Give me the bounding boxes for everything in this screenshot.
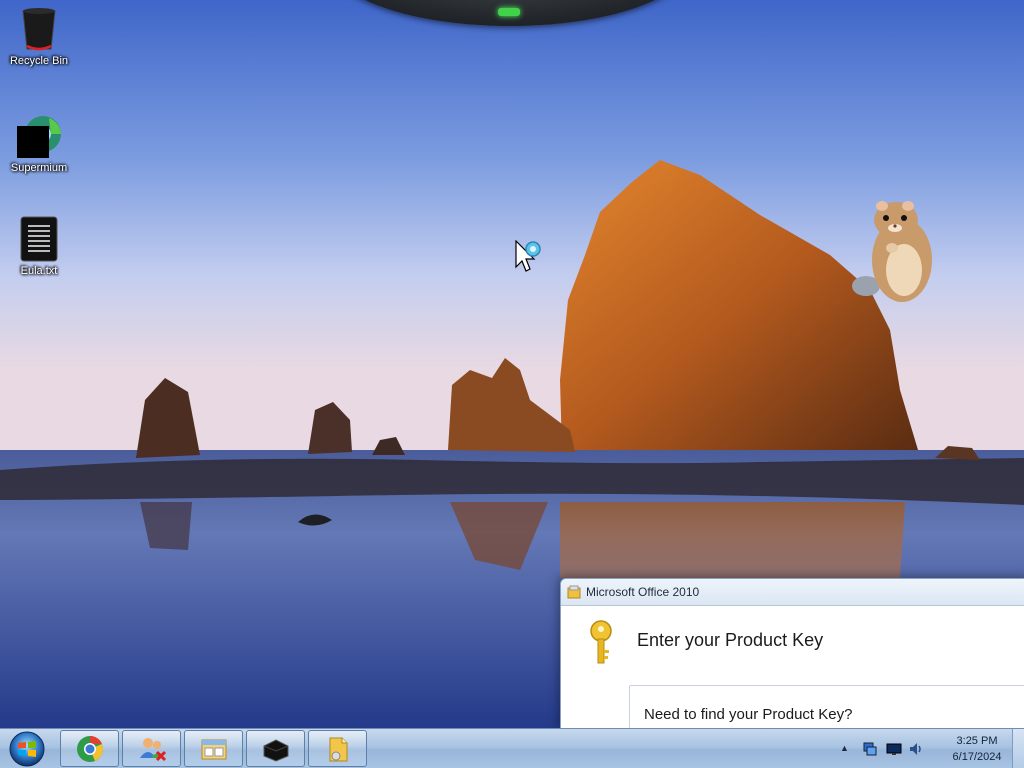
dialog-heading: Enter your Product Key [637,630,824,650]
office-setup-icon [567,585,581,599]
office-product-key-dialog[interactable]: Microsoft Office 2010 Enter your Product… [560,578,1024,728]
taskbar: ▲ 3:25 PM 6/17/2024 [0,728,1024,768]
mouse-cursor-busy-icon [515,240,541,272]
network-icon[interactable] [862,741,878,757]
file-explorer-window-icon [201,739,226,759]
volume-icon[interactable] [908,741,924,757]
dialog-titlebar[interactable]: Microsoft Office 2010 [561,579,1024,606]
find-product-key-link[interactable]: Need to find your Product Key? [644,706,852,723]
desktop-icon-recycle-bin[interactable]: Recycle Bin [0,5,78,67]
chrome-browser-icon [76,735,103,762]
dialog-title: Microsoft Office 2010 [586,585,700,599]
desktop-icon-supermium[interactable]: Supermium [0,112,78,174]
start-button[interactable] [4,730,50,768]
key-icon [590,620,612,664]
black-box-app-icon [263,738,288,762]
hamster-desktop-pet[interactable] [852,198,936,306]
eula-label: Eula.txt [20,265,58,277]
text-file-icon [20,216,58,262]
recycle-bin-label: Recycle Bin [9,55,69,67]
taskbar-button-black-app[interactable] [246,730,305,767]
taskbar-button-explorer[interactable] [184,730,243,767]
desktop-icon-eula[interactable]: Eula.txt [0,215,78,277]
clock-date: 6/17/2024 [952,751,1002,763]
supermium-label: Supermium [10,162,68,174]
taskbar-button-network-users[interactable] [122,730,181,767]
supermium-browser-icon [17,116,61,158]
gadget-indicator-light [498,8,520,16]
system-clock[interactable]: 3:25 PM 6/17/2024 [940,733,1014,765]
clock-time: 3:25 PM [956,735,998,747]
show-hidden-icons-icon[interactable]: ▲ [840,743,849,753]
find-product-key-panel[interactable]: Need to find your Product Key? [629,685,1024,728]
recycle-bin-icon [22,8,56,51]
display-icon[interactable] [886,741,902,757]
office-setup-icon [329,737,347,761]
desktop: Recycle Bin Supermium Eula.txt Microsoft… [0,0,1024,728]
network-users-icon [139,737,166,761]
taskbar-button-office-setup[interactable] [308,730,367,767]
taskbar-button-chrome[interactable] [60,730,119,767]
system-tray: ▲ 3:25 PM 6/17/2024 [834,729,1024,768]
show-desktop-button[interactable] [1012,729,1024,768]
